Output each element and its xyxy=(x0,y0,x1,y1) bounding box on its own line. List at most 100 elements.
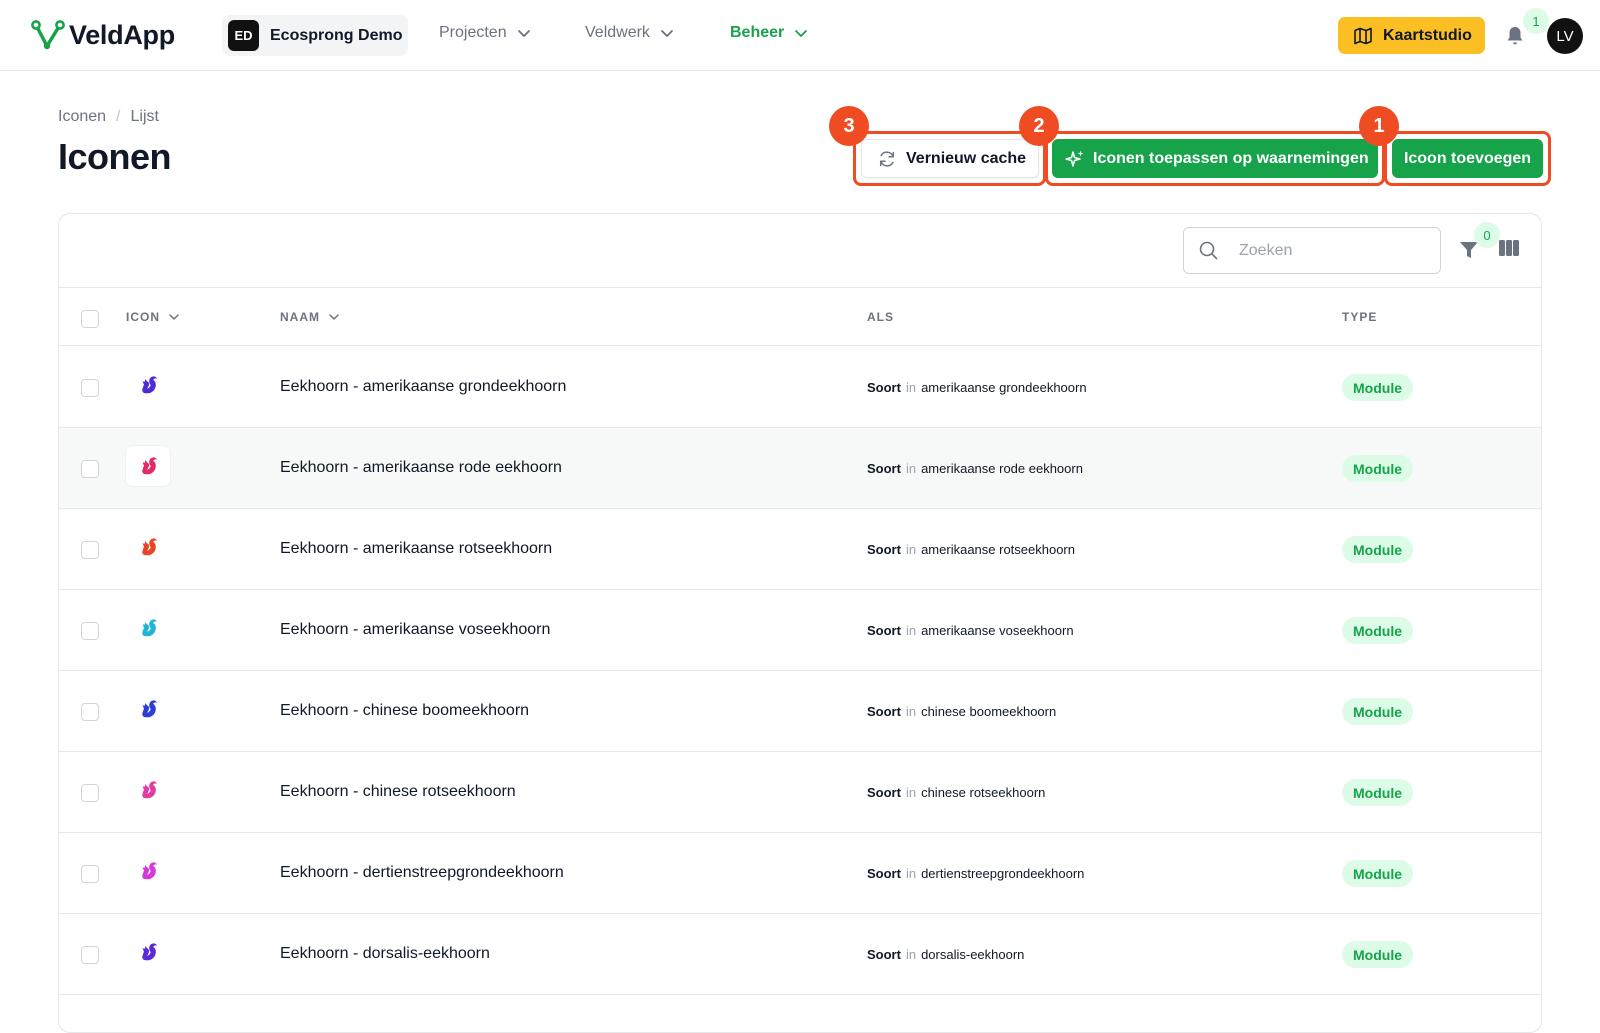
logo-icon xyxy=(31,20,65,50)
icon-cell xyxy=(126,365,170,405)
nav-veldwerk[interactable]: Veldwerk xyxy=(585,24,674,42)
chevron-down-icon xyxy=(795,30,808,37)
row-checkbox[interactable] xyxy=(81,622,99,640)
search-icon xyxy=(1199,241,1218,260)
breadcrumb-separator: / xyxy=(116,108,121,125)
als-key: Soort xyxy=(867,542,901,557)
column-header-icon-label: ICON xyxy=(126,310,160,324)
type-badge: Module xyxy=(1342,536,1413,563)
als-in: in xyxy=(905,866,917,881)
user-avatar[interactable]: LV xyxy=(1547,18,1583,54)
row-checkbox[interactable] xyxy=(81,460,99,478)
als-in: in xyxy=(905,947,917,962)
row-als: Soort in amerikaanse rode eekhoorn xyxy=(867,461,1083,476)
row-als: Soort in chinese rotseekhoorn xyxy=(867,785,1045,800)
als-in: in xyxy=(905,785,917,800)
nav-veldwerk-label: Veldwerk xyxy=(585,24,650,41)
search-input[interactable] xyxy=(1239,241,1429,260)
columns-icon[interactable] xyxy=(1498,238,1520,258)
row-checkbox[interactable] xyxy=(81,865,99,883)
als-key: Soort xyxy=(867,461,901,476)
nav-beheer[interactable]: Beheer xyxy=(730,24,808,42)
als-in: in xyxy=(905,704,917,719)
bell-icon[interactable] xyxy=(1503,24,1527,48)
als-value: chinese boomeekhoorn xyxy=(921,704,1057,719)
row-name[interactable]: Eekhoorn - amerikaanse rotseekhoorn xyxy=(280,540,552,558)
squirrel-icon xyxy=(142,700,157,718)
row-checkbox[interactable] xyxy=(81,541,99,559)
refresh-cache-button[interactable]: Vernieuw cache xyxy=(861,139,1039,178)
als-in: in xyxy=(905,380,917,395)
top-navigation: VeldApp ED Ecosprong Demo Projecten Veld… xyxy=(0,0,1600,71)
squirrel-icon xyxy=(142,862,157,880)
nav-projecten[interactable]: Projecten xyxy=(439,24,531,42)
row-name[interactable]: Eekhoorn - dorsalis-eekhoorn xyxy=(280,945,490,963)
type-badge: Module xyxy=(1342,455,1413,482)
table-row[interactable]: Eekhoorn - chinese rotseekhoorn Soort in c… xyxy=(59,752,1541,833)
row-als: Soort in amerikaanse rotseekhoorn xyxy=(867,542,1075,557)
add-icon-label: Icoon toevoegen xyxy=(1403,149,1532,167)
chevron-down-icon xyxy=(329,314,339,320)
breadcrumb-item-iconen[interactable]: Iconen xyxy=(58,108,106,126)
chevron-down-icon xyxy=(169,314,179,320)
column-header-als-label: ALS xyxy=(867,310,894,324)
table-row[interactable]: Eekhoorn - amerikaanse rotseekhoorn Soor… xyxy=(59,509,1541,590)
icons-table-card: 0 ICON NAAM ALS TYPE Eekhoorn - amerikaa… xyxy=(58,213,1542,1033)
table-row[interactable]: Eekhoorn - amerikaanse voseekhoorn Soort… xyxy=(59,590,1541,671)
row-name[interactable]: Eekhoorn - amerikaanse grondeekhoorn xyxy=(280,378,566,396)
table-row[interactable]: Eekhoorn - amerikaanse rode eekhoorn Soo… xyxy=(59,428,1541,509)
column-header-naam[interactable]: NAAM xyxy=(280,310,340,324)
row-checkbox[interactable] xyxy=(81,703,99,721)
als-key: Soort xyxy=(867,947,901,962)
type-badge: Module xyxy=(1342,860,1413,887)
org-name: Ecosprong Demo xyxy=(270,26,403,44)
search-box[interactable] xyxy=(1183,227,1441,274)
kaartstudio-button[interactable]: Kaartstudio xyxy=(1338,17,1485,54)
row-als: Soort in dertienstreepgrondeekhoorn xyxy=(867,866,1084,881)
nav-beheer-label: Beheer xyxy=(730,24,785,41)
table-row[interactable]: Eekhoorn - amerikaanse grondeekhoorn Soo… xyxy=(59,347,1541,428)
als-key: Soort xyxy=(867,380,901,395)
table-row[interactable]: Eekhoorn - chinese boomeekhoorn Soort in c… xyxy=(59,671,1541,752)
row-checkbox[interactable] xyxy=(81,784,99,802)
row-name[interactable]: Eekhoorn - dertienstreepgrondeekhoorn xyxy=(280,864,564,882)
icon-cell xyxy=(126,527,170,567)
row-name[interactable]: Eekhoorn - amerikaanse rode eekhoorn xyxy=(280,459,562,477)
breadcrumb-item-lijst: Lijst xyxy=(130,108,159,125)
table-row[interactable]: Eekhoorn - dorsalis-eekhoorn Soort in dors… xyxy=(59,914,1541,995)
refresh-cache-label: Vernieuw cache xyxy=(906,149,1027,167)
app-logo[interactable]: VeldApp xyxy=(31,19,175,51)
squirrel-icon xyxy=(142,943,157,961)
type-badge: Module xyxy=(1342,779,1413,806)
table-row[interactable]: Eekhoorn - dertienstreepgrondeekhoorn So… xyxy=(59,833,1541,914)
filter-count-badge: 0 xyxy=(1474,222,1500,248)
row-checkbox[interactable] xyxy=(81,379,99,397)
chevron-down-icon xyxy=(661,30,673,37)
column-header-type-label: TYPE xyxy=(1342,310,1378,324)
type-badge: Module xyxy=(1342,374,1413,401)
apply-icons-button[interactable]: Iconen toepassen op waarnemingen xyxy=(1052,139,1378,178)
row-name[interactable]: Eekhoorn - chinese rotseekhoorn xyxy=(280,783,516,801)
als-value: amerikaanse voseekhoorn xyxy=(921,623,1074,638)
select-all-checkbox[interactable] xyxy=(81,310,99,328)
add-icon-button[interactable]: Icoon toevoegen xyxy=(1392,139,1543,178)
als-key: Soort xyxy=(867,866,901,881)
als-in: in xyxy=(905,542,917,557)
breadcrumb: Iconen / Lijst xyxy=(58,108,159,126)
icon-cell xyxy=(126,689,170,729)
row-name[interactable]: Eekhoorn - amerikaanse voseekhoorn xyxy=(280,621,550,639)
refresh-icon xyxy=(879,150,895,167)
organization-switcher[interactable]: ED Ecosprong Demo xyxy=(222,15,408,56)
als-value: amerikaanse rode eekhoorn xyxy=(921,461,1083,476)
als-in: in xyxy=(905,461,917,476)
squirrel-icon xyxy=(142,457,157,475)
notification-count-badge: 1 xyxy=(1523,8,1549,34)
column-header-icon[interactable]: ICON xyxy=(126,310,180,324)
row-name[interactable]: Eekhoorn - chinese boomeekhoorn xyxy=(280,702,529,720)
row-checkbox[interactable] xyxy=(81,946,99,964)
table-toolbar: 0 xyxy=(59,214,1541,288)
apply-icons-label: Iconen toepassen op waarnemingen xyxy=(1093,149,1369,167)
als-value: amerikaanse rotseekhoorn xyxy=(921,542,1075,557)
org-avatar: ED xyxy=(228,20,259,51)
type-badge: Module xyxy=(1342,698,1413,725)
